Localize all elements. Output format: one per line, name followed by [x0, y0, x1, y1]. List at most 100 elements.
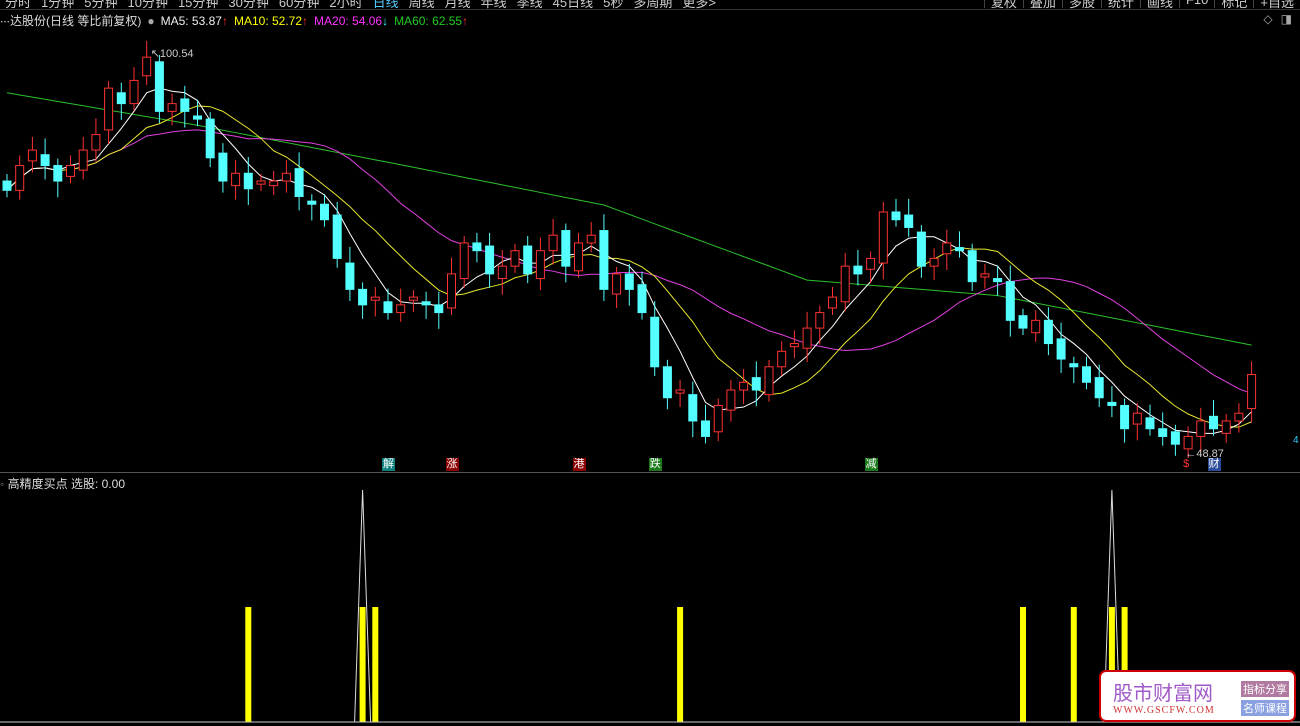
buy-signal-bar	[359, 607, 366, 722]
candle-body	[91, 134, 101, 151]
event-marker[interactable]: $	[1182, 458, 1191, 471]
candle-body	[510, 250, 520, 267]
event-marker[interactable]: 港	[572, 458, 586, 471]
candle-body	[878, 211, 888, 264]
candle-body	[142, 56, 152, 77]
candle-body	[599, 230, 609, 290]
candle-body	[421, 301, 431, 306]
candle-body	[650, 316, 660, 368]
indicator-title: 高精度买点	[7, 477, 68, 491]
candle-body	[586, 234, 596, 244]
candle-body	[2, 180, 12, 191]
candle-body	[205, 118, 215, 159]
event-marker[interactable]: 解	[382, 458, 395, 471]
candle-body	[1234, 412, 1244, 422]
candle-body	[561, 230, 571, 267]
candle-body	[1221, 420, 1231, 434]
candle-body	[1209, 415, 1218, 430]
candle-body	[764, 366, 774, 396]
candle-body	[358, 288, 368, 306]
buy-signal-bar	[1020, 607, 1026, 722]
candle-body	[993, 278, 1003, 283]
candle-body	[1018, 315, 1028, 329]
high-price-label: ↖100.54	[151, 48, 194, 60]
candle-body	[624, 273, 634, 290]
candle-body	[535, 250, 545, 280]
indicator-value: 选股: 0.00	[70, 477, 125, 491]
buy-signal-bar	[1070, 607, 1077, 722]
candle-body	[967, 250, 977, 283]
event-marker[interactable]: 财	[1207, 458, 1221, 471]
candle-body	[1132, 412, 1142, 425]
candle-body	[1056, 338, 1066, 360]
candle-body	[1094, 377, 1104, 399]
candle-body	[955, 247, 964, 252]
candle-body	[548, 234, 558, 252]
candle-body	[408, 296, 418, 301]
candle-body	[472, 242, 482, 252]
candle-body	[434, 304, 444, 314]
candle-body	[675, 389, 685, 394]
candle-body	[243, 172, 253, 190]
event-marker[interactable]: 涨	[445, 458, 459, 471]
candle-body	[701, 420, 710, 437]
candle-body	[1082, 366, 1091, 383]
collapse-icon[interactable]: ◦	[0, 477, 4, 491]
candle-body	[637, 284, 647, 314]
ma60-line	[6, 92, 1252, 346]
candle-body	[777, 350, 787, 368]
candle-body	[789, 343, 799, 348]
panel-divider	[0, 472, 1300, 473]
candle-body	[193, 115, 202, 120]
candle-body	[739, 381, 749, 391]
candle-body	[713, 404, 723, 433]
candle-body	[1069, 363, 1079, 368]
kline-chart[interactable]: ↖100.54←48.874	[0, 0, 1300, 726]
candle-body	[104, 87, 114, 131]
candle-body	[574, 242, 583, 272]
candle-body	[231, 172, 241, 187]
watermark-tag: 指标分享	[1241, 681, 1289, 697]
axis-edge-label: 4	[1293, 435, 1299, 446]
candle-body	[167, 103, 177, 112]
candle-body	[916, 231, 926, 267]
candle-body	[1031, 319, 1041, 334]
candle-body	[447, 273, 456, 309]
candle-body	[612, 273, 622, 295]
watermark-name: 股市财富网	[1113, 681, 1213, 705]
candle-body	[942, 242, 952, 255]
candle-body	[929, 257, 939, 267]
candle-body	[1183, 435, 1193, 450]
event-marker[interactable]: 跌	[648, 458, 662, 471]
candle-body	[485, 245, 495, 275]
candle-body	[370, 296, 380, 301]
candle-body	[396, 304, 406, 314]
candle-body	[27, 149, 37, 162]
candle-body	[751, 377, 761, 391]
candle-body	[269, 180, 279, 187]
candle-body	[904, 214, 914, 228]
candle-body	[78, 149, 88, 171]
watermark-logo: 股市财富网 WWW.GSCFW.COM 指标分享 名师课程	[1099, 670, 1296, 722]
candle-body	[828, 296, 837, 309]
buy-signal-bar	[245, 607, 252, 722]
candle-body	[1170, 431, 1180, 445]
candle-body	[281, 172, 291, 182]
candle-body	[1005, 281, 1015, 321]
candle-body	[459, 242, 469, 280]
candle-body	[180, 98, 190, 112]
candle-body	[1120, 404, 1130, 430]
candle-body	[1107, 401, 1117, 406]
candle-body	[523, 245, 533, 275]
watermark-url: WWW.GSCFW.COM	[1113, 705, 1215, 716]
watermark-tag: 名师课程	[1241, 700, 1289, 716]
candle-body	[154, 61, 164, 112]
buy-signal-bar	[677, 607, 684, 722]
event-marker[interactable]: 减	[864, 458, 878, 471]
candle-body	[1196, 420, 1206, 437]
candle-body	[802, 327, 812, 349]
candle-body	[15, 165, 25, 191]
candle-body	[497, 265, 507, 280]
candle-body	[383, 301, 393, 314]
candle-body	[1158, 428, 1168, 437]
